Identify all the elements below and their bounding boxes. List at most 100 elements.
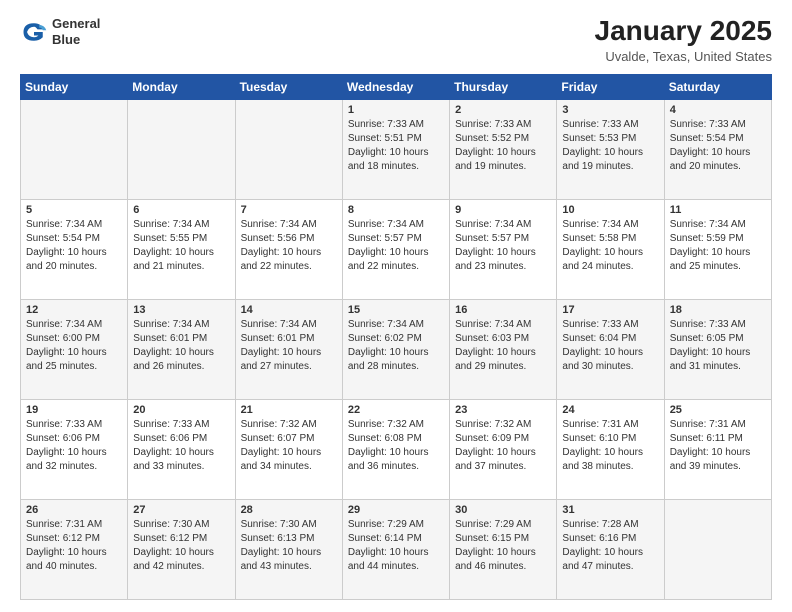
day-info: Sunrise: 7:34 AM Sunset: 5:57 PM Dayligh… [348, 218, 444, 274]
day-number: 8 [348, 204, 444, 216]
day-info: Sunrise: 7:34 AM Sunset: 5:54 PM Dayligh… [26, 218, 122, 274]
day-info: Sunrise: 7:33 AM Sunset: 6:05 PM Dayligh… [670, 318, 766, 374]
day-info: Sunrise: 7:34 AM Sunset: 5:56 PM Dayligh… [241, 218, 337, 274]
header: General Blue January 2025 Uvalde, Texas,… [20, 16, 772, 64]
day-info: Sunrise: 7:29 AM Sunset: 6:14 PM Dayligh… [348, 518, 444, 574]
calendar-cell: 26 Sunrise: 7:31 AM Sunset: 6:12 PM Dayli… [21, 499, 128, 599]
calendar-cell [21, 99, 128, 199]
day-number: 4 [670, 104, 766, 116]
main-title: January 2025 [595, 16, 772, 47]
calendar-cell: 5 Sunrise: 7:34 AM Sunset: 5:54 PM Daylig… [21, 199, 128, 299]
calendar-cell [664, 499, 771, 599]
calendar-header-row: SundayMondayTuesdayWednesdayThursdayFrid… [21, 74, 772, 99]
day-info: Sunrise: 7:32 AM Sunset: 6:08 PM Dayligh… [348, 418, 444, 474]
day-info: Sunrise: 7:33 AM Sunset: 5:51 PM Dayligh… [348, 118, 444, 174]
day-info: Sunrise: 7:34 AM Sunset: 6:01 PM Dayligh… [241, 318, 337, 374]
calendar-cell: 9 Sunrise: 7:34 AM Sunset: 5:57 PM Daylig… [450, 199, 557, 299]
calendar-day-header: Monday [128, 74, 235, 99]
calendar-cell: 10 Sunrise: 7:34 AM Sunset: 5:58 PM Dayli… [557, 199, 664, 299]
calendar-cell: 23 Sunrise: 7:32 AM Sunset: 6:09 PM Dayli… [450, 399, 557, 499]
calendar-cell: 31 Sunrise: 7:28 AM Sunset: 6:16 PM Dayli… [557, 499, 664, 599]
calendar-day-header: Saturday [664, 74, 771, 99]
day-number: 27 [133, 504, 229, 516]
day-info: Sunrise: 7:34 AM Sunset: 6:00 PM Dayligh… [26, 318, 122, 374]
day-number: 1 [348, 104, 444, 116]
day-number: 23 [455, 404, 551, 416]
day-number: 15 [348, 304, 444, 316]
day-number: 28 [241, 504, 337, 516]
day-info: Sunrise: 7:33 AM Sunset: 6:04 PM Dayligh… [562, 318, 658, 374]
day-info: Sunrise: 7:34 AM Sunset: 5:59 PM Dayligh… [670, 218, 766, 274]
day-number: 13 [133, 304, 229, 316]
day-info: Sunrise: 7:33 AM Sunset: 6:06 PM Dayligh… [133, 418, 229, 474]
calendar-week-row: 5 Sunrise: 7:34 AM Sunset: 5:54 PM Daylig… [21, 199, 772, 299]
day-number: 30 [455, 504, 551, 516]
day-info: Sunrise: 7:34 AM Sunset: 6:02 PM Dayligh… [348, 318, 444, 374]
day-number: 29 [348, 504, 444, 516]
day-info: Sunrise: 7:30 AM Sunset: 6:13 PM Dayligh… [241, 518, 337, 574]
calendar-cell: 4Sunrise: 7:33 AM Sunset: 5:54 PM Daylig… [664, 99, 771, 199]
day-number: 6 [133, 204, 229, 216]
day-number: 14 [241, 304, 337, 316]
calendar-cell: 8 Sunrise: 7:34 AM Sunset: 5:57 PM Daylig… [342, 199, 449, 299]
calendar-cell [235, 99, 342, 199]
day-number: 25 [670, 404, 766, 416]
calendar-cell: 30 Sunrise: 7:29 AM Sunset: 6:15 PM Dayli… [450, 499, 557, 599]
day-info: Sunrise: 7:33 AM Sunset: 6:06 PM Dayligh… [26, 418, 122, 474]
calendar-cell: 16 Sunrise: 7:34 AM Sunset: 6:03 PM Dayli… [450, 299, 557, 399]
day-number: 20 [133, 404, 229, 416]
day-info: Sunrise: 7:29 AM Sunset: 6:15 PM Dayligh… [455, 518, 551, 574]
calendar-week-row: 19 Sunrise: 7:33 AM Sunset: 6:06 PM Dayli… [21, 399, 772, 499]
day-info: Sunrise: 7:34 AM Sunset: 6:01 PM Dayligh… [133, 318, 229, 374]
day-info: Sunrise: 7:34 AM Sunset: 5:58 PM Dayligh… [562, 218, 658, 274]
calendar-cell: 21Sunrise: 7:32 AM Sunset: 6:07 PM Dayli… [235, 399, 342, 499]
day-info: Sunrise: 7:34 AM Sunset: 5:57 PM Dayligh… [455, 218, 551, 274]
calendar-cell: 17 Sunrise: 7:33 AM Sunset: 6:04 PM Dayli… [557, 299, 664, 399]
day-info: Sunrise: 7:28 AM Sunset: 6:16 PM Dayligh… [562, 518, 658, 574]
day-number: 21 [241, 404, 337, 416]
day-number: 2 [455, 104, 551, 116]
day-info: Sunrise: 7:31 AM Sunset: 6:11 PM Dayligh… [670, 418, 766, 474]
calendar-week-row: 12 Sunrise: 7:34 AM Sunset: 6:00 PM Dayli… [21, 299, 772, 399]
day-number: 19 [26, 404, 122, 416]
calendar-cell: 13 Sunrise: 7:34 AM Sunset: 6:01 PM Dayli… [128, 299, 235, 399]
day-info: Sunrise: 7:30 AM Sunset: 6:12 PM Dayligh… [133, 518, 229, 574]
calendar-cell: 24Sunrise: 7:31 AM Sunset: 6:10 PM Dayli… [557, 399, 664, 499]
day-info: Sunrise: 7:33 AM Sunset: 5:53 PM Dayligh… [562, 118, 658, 174]
day-number: 17 [562, 304, 658, 316]
day-info: Sunrise: 7:34 AM Sunset: 5:55 PM Dayligh… [133, 218, 229, 274]
day-info: Sunrise: 7:31 AM Sunset: 6:12 PM Dayligh… [26, 518, 122, 574]
day-info: Sunrise: 7:34 AM Sunset: 6:03 PM Dayligh… [455, 318, 551, 374]
calendar-day-header: Sunday [21, 74, 128, 99]
calendar-cell: 27 Sunrise: 7:30 AM Sunset: 6:12 PM Dayli… [128, 499, 235, 599]
day-number: 16 [455, 304, 551, 316]
calendar-day-header: Friday [557, 74, 664, 99]
calendar-cell [128, 99, 235, 199]
day-number: 9 [455, 204, 551, 216]
day-number: 12 [26, 304, 122, 316]
day-number: 3 [562, 104, 658, 116]
calendar-cell: 1 Sunrise: 7:33 AM Sunset: 5:51 PM Daylig… [342, 99, 449, 199]
calendar-cell: 6 Sunrise: 7:34 AM Sunset: 5:55 PM Daylig… [128, 199, 235, 299]
calendar-cell: 18Sunrise: 7:33 AM Sunset: 6:05 PM Dayli… [664, 299, 771, 399]
calendar-cell: 15 Sunrise: 7:34 AM Sunset: 6:02 PM Dayli… [342, 299, 449, 399]
calendar-cell: 7 Sunrise: 7:34 AM Sunset: 5:56 PM Daylig… [235, 199, 342, 299]
calendar-day-header: Wednesday [342, 74, 449, 99]
day-number: 31 [562, 504, 658, 516]
day-info: Sunrise: 7:33 AM Sunset: 5:52 PM Dayligh… [455, 118, 551, 174]
calendar-cell: 11Sunrise: 7:34 AM Sunset: 5:59 PM Dayli… [664, 199, 771, 299]
day-info: Sunrise: 7:32 AM Sunset: 6:09 PM Dayligh… [455, 418, 551, 474]
calendar-cell: 19 Sunrise: 7:33 AM Sunset: 6:06 PM Dayli… [21, 399, 128, 499]
calendar-cell: 28 Sunrise: 7:30 AM Sunset: 6:13 PM Dayli… [235, 499, 342, 599]
calendar-week-row: 1 Sunrise: 7:33 AM Sunset: 5:51 PM Daylig… [21, 99, 772, 199]
day-number: 26 [26, 504, 122, 516]
title-area: January 2025 Uvalde, Texas, United State… [595, 16, 772, 64]
day-number: 7 [241, 204, 337, 216]
logo-text: General Blue [52, 16, 100, 47]
day-number: 5 [26, 204, 122, 216]
day-number: 10 [562, 204, 658, 216]
calendar-cell: 12 Sunrise: 7:34 AM Sunset: 6:00 PM Dayli… [21, 299, 128, 399]
calendar-cell: 22Sunrise: 7:32 AM Sunset: 6:08 PM Dayli… [342, 399, 449, 499]
calendar-cell: 2 Sunrise: 7:33 AM Sunset: 5:52 PM Daylig… [450, 99, 557, 199]
calendar-day-header: Tuesday [235, 74, 342, 99]
